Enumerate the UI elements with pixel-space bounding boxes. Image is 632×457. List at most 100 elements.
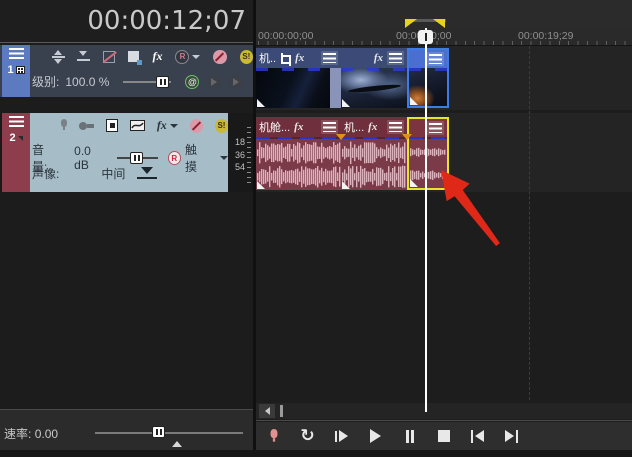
video-clip[interactable]: fx bbox=[341, 48, 407, 108]
automation-settings-icon[interactable]: R bbox=[167, 151, 182, 165]
audio-waveform bbox=[256, 137, 341, 190]
rate-slider-track[interactable] bbox=[95, 432, 243, 434]
divider bbox=[256, 420, 632, 421]
rate-slider-handle[interactable] bbox=[152, 426, 165, 438]
fade-handle[interactable] bbox=[410, 179, 418, 187]
fx-dropdown-icon[interactable] bbox=[169, 123, 178, 128]
video-clip[interactable]: 机.. fx bbox=[256, 48, 341, 108]
event-fx-icon[interactable]: fx bbox=[294, 121, 303, 133]
automation-dropdown-icon[interactable] bbox=[192, 54, 201, 59]
horizontal-scrollbar[interactable] bbox=[256, 403, 632, 419]
event-fx-icon[interactable]: fx bbox=[374, 52, 383, 64]
audio-clip[interactable]: 机舱... fx bbox=[256, 117, 341, 190]
envelope-point-icon[interactable] bbox=[402, 134, 412, 140]
envelope-point-icon[interactable] bbox=[336, 134, 346, 140]
fade-handle[interactable] bbox=[257, 99, 265, 107]
video-track-controls: fx R S! 级别: 100.0 % @ bbox=[30, 45, 253, 97]
playhead-handle[interactable] bbox=[418, 30, 433, 44]
rate-value: 0.00 bbox=[34, 427, 59, 441]
video-thumbnail bbox=[256, 68, 341, 108]
marker-bar[interactable] bbox=[256, 0, 632, 28]
scrollbar-thumb[interactable] bbox=[280, 405, 283, 417]
event-menu-icon[interactable] bbox=[387, 120, 404, 134]
bypass-motion-blur-icon[interactable] bbox=[102, 50, 116, 63]
automation-mode-dropdown-icon[interactable] bbox=[220, 156, 228, 160]
dim-play-icon[interactable] bbox=[207, 74, 222, 89]
volume-slider[interactable] bbox=[117, 151, 158, 165]
video-track-strip[interactable]: 1 bbox=[2, 45, 30, 97]
track-fx-chain-icon[interactable] bbox=[105, 119, 118, 132]
grid-line bbox=[529, 46, 530, 400]
play-button[interactable] bbox=[363, 424, 388, 448]
go-to-start-button[interactable] bbox=[465, 424, 490, 448]
rate-default-marker bbox=[172, 441, 182, 447]
ruler-ticks bbox=[258, 41, 632, 45]
level-slider[interactable] bbox=[123, 75, 172, 89]
mute-icon[interactable] bbox=[213, 49, 227, 64]
timeline-panel: 00:00:00;00 00:00:10;00 00:00:19;29 机.. … bbox=[256, 0, 632, 457]
loop-playback-button[interactable]: ↻ bbox=[295, 424, 320, 448]
loop-out-marker-icon[interactable] bbox=[433, 19, 445, 28]
window-bottom-edge bbox=[0, 450, 632, 457]
track-menu-icon[interactable] bbox=[8, 116, 24, 127]
event-menu-icon[interactable] bbox=[321, 51, 338, 65]
track-motion-icon[interactable] bbox=[128, 51, 143, 65]
audio-track-strip[interactable]: 2 bbox=[2, 113, 30, 192]
audio-waveform bbox=[341, 137, 407, 190]
scroll-left-button[interactable] bbox=[259, 404, 275, 418]
solo-icon[interactable]: S! bbox=[239, 49, 253, 64]
level-label: 级别: bbox=[32, 75, 60, 89]
meter-tick: 36 bbox=[234, 150, 245, 160]
event-fx-icon[interactable]: fx bbox=[295, 52, 304, 64]
track-fx-icon[interactable]: fx bbox=[152, 49, 162, 64]
loop-in-marker-icon[interactable] bbox=[405, 19, 417, 28]
video-track-number: 1 bbox=[7, 64, 25, 76]
event-menu-icon[interactable] bbox=[387, 51, 404, 65]
expand-track-height-icon[interactable] bbox=[52, 49, 65, 64]
video-clip-selected[interactable] bbox=[407, 48, 449, 108]
fade-handle[interactable] bbox=[342, 99, 350, 107]
go-to-end-button[interactable] bbox=[499, 424, 524, 448]
stop-button[interactable] bbox=[431, 424, 456, 448]
record-button[interactable] bbox=[261, 424, 286, 448]
track-menu-icon[interactable] bbox=[8, 48, 24, 59]
event-fx-icon[interactable]: fx bbox=[368, 121, 377, 133]
audio-fx-icon[interactable]: fx bbox=[157, 118, 167, 133]
audio-track-controls: fx S! 音量: 0.0 dB R 触摸 声像: 中间 bbox=[30, 113, 228, 192]
pan-value[interactable]: 中间 bbox=[101, 165, 125, 182]
meter-tick: 54 bbox=[234, 162, 245, 172]
automation-settings-icon[interactable]: R bbox=[175, 49, 190, 64]
play-from-start-button[interactable] bbox=[329, 424, 354, 448]
dim-loop-icon[interactable] bbox=[229, 74, 244, 89]
pan-crop-icon[interactable] bbox=[280, 52, 292, 66]
solo-icon[interactable]: S! bbox=[214, 118, 228, 133]
event-menu-icon[interactable] bbox=[427, 52, 444, 66]
event-menu-icon[interactable] bbox=[427, 121, 444, 135]
fade-handle[interactable] bbox=[410, 97, 418, 105]
minimize-track-height-icon[interactable] bbox=[77, 50, 91, 63]
level-value[interactable]: 100.0 % bbox=[65, 75, 109, 89]
audio-track-icon bbox=[17, 135, 23, 141]
timecode-value: 00:00:12;07 bbox=[87, 6, 246, 36]
audio-clip[interactable]: 机... fx bbox=[341, 117, 407, 190]
audio-meter-scale: 18 36 54 bbox=[228, 125, 253, 192]
mute-icon[interactable] bbox=[189, 118, 203, 133]
playhead-line[interactable] bbox=[425, 28, 427, 412]
input-routing-icon[interactable] bbox=[79, 121, 95, 131]
time-ruler[interactable]: 00:00:00;00 00:00:10;00 00:00:19;29 bbox=[256, 28, 632, 46]
fade-handle[interactable] bbox=[342, 181, 350, 189]
arm-record-icon[interactable] bbox=[60, 119, 68, 132]
pan-slider[interactable] bbox=[137, 167, 158, 180]
clip-label: 机舱... bbox=[259, 122, 291, 134]
event-menu-icon[interactable] bbox=[321, 120, 338, 134]
pause-button[interactable] bbox=[397, 424, 422, 448]
video-track-icon bbox=[15, 66, 25, 74]
fade-envelope-icon[interactable] bbox=[129, 120, 145, 131]
video-editor-window: 00:00:12;07 1 fx R S! 级别: 100.0 % @ 2 fx… bbox=[0, 0, 632, 457]
timecode-display[interactable]: 00:00:12;07 bbox=[0, 0, 253, 43]
playback-rate-bar: 速率: 0.00 bbox=[0, 409, 253, 450]
fade-handle[interactable] bbox=[257, 181, 265, 189]
fx-automation-icon[interactable]: @ bbox=[185, 74, 200, 89]
transport-bar: ↻ bbox=[256, 422, 632, 450]
rate-label: 速率: bbox=[4, 427, 32, 441]
